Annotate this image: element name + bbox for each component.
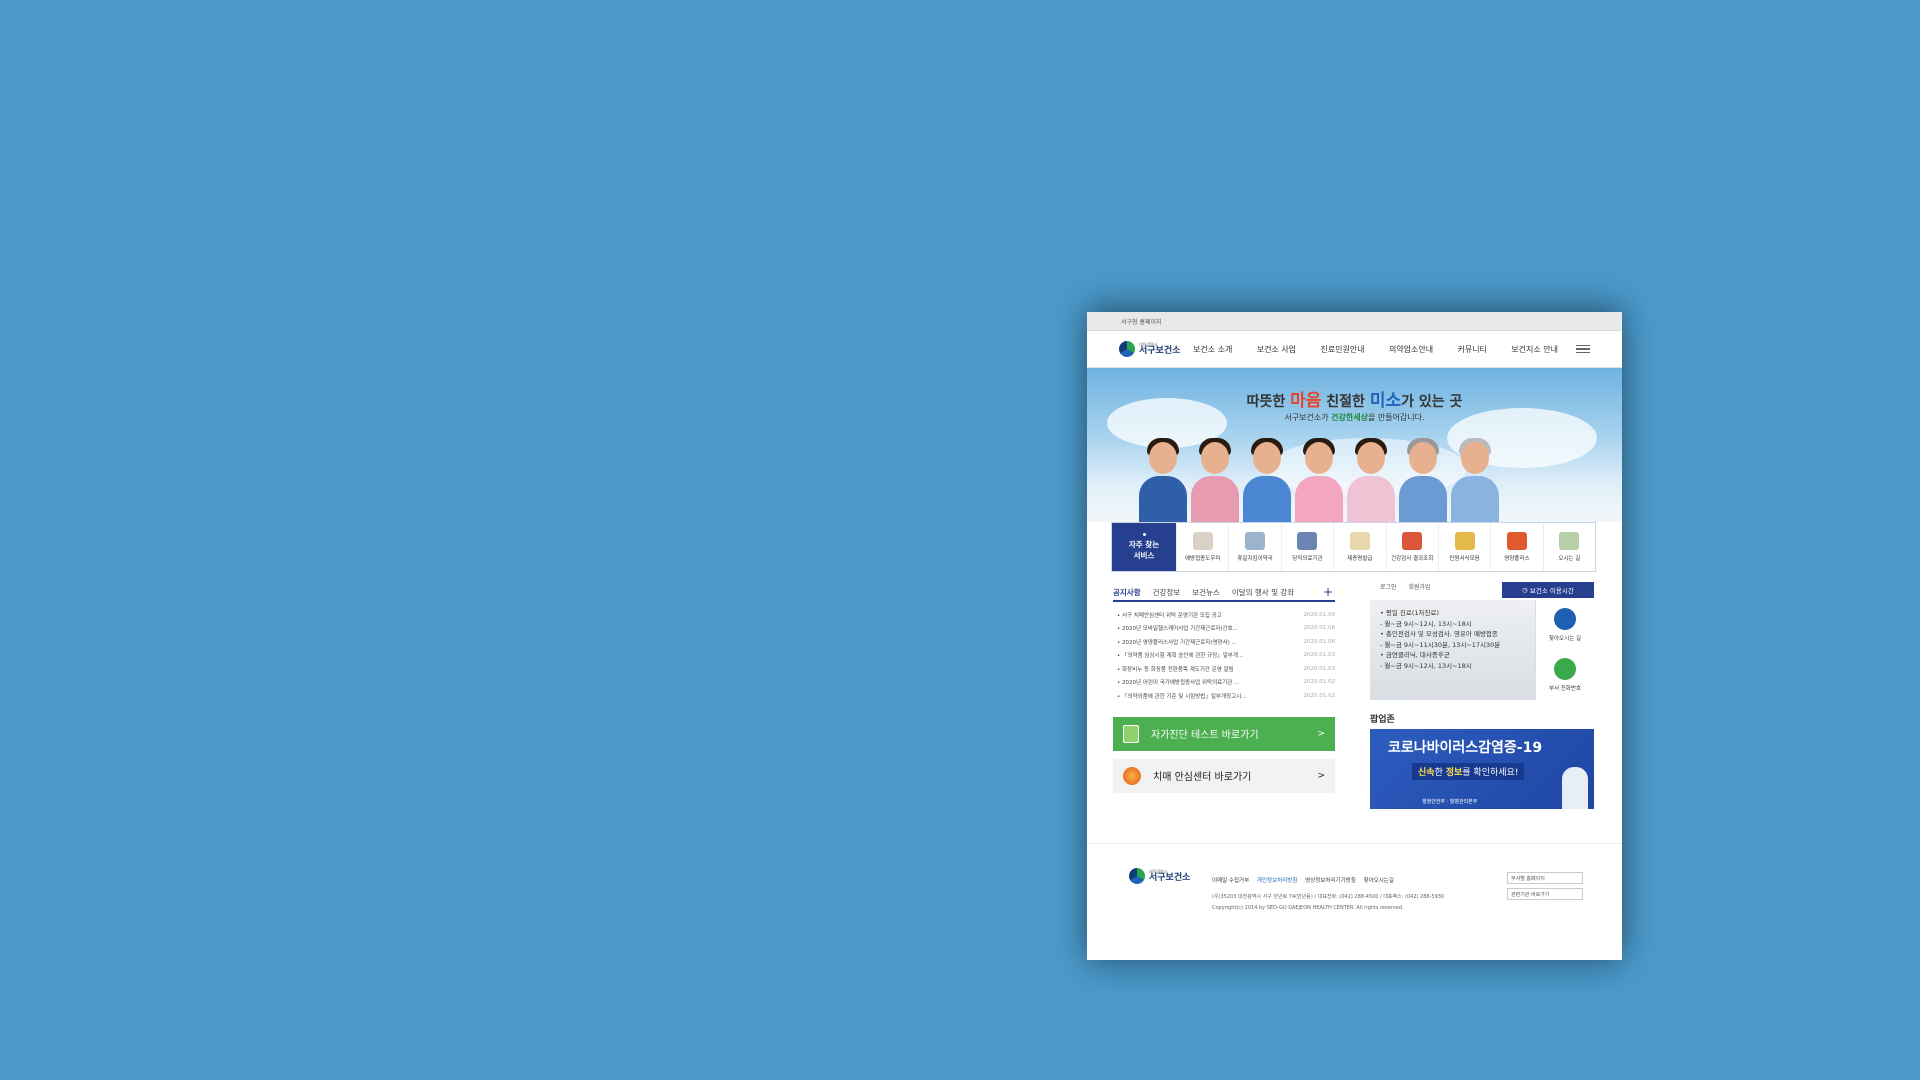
dementia-center-logo-icon xyxy=(1123,766,1141,785)
site-footer: 대전광역시 서구보건소 이메일 수집거부 개인정보처리방침 영상정보처리기기방침… xyxy=(1087,843,1622,960)
quick-item-vaccination[interactable]: 예방접종도우미 xyxy=(1176,523,1228,571)
info-section: ◷ 보건소 이용시간 • 평일 진료(1차진료) - 월~금 9시~12시, 1… xyxy=(1370,582,1594,809)
directions-shortcut[interactable]: 찾아오시는 길 xyxy=(1549,608,1581,642)
tab-notice[interactable]: 공지사항 xyxy=(1113,587,1141,598)
district-home-link[interactable]: 서구청 홈페이지 xyxy=(1121,317,1162,326)
dementia-center-button[interactable]: 치매 안심센터 바로가기 > xyxy=(1113,758,1335,793)
list-item[interactable]: • 「의약품 임상시험 계획 승인에 관한 규정」일부개... 2020.01.0… xyxy=(1117,649,1335,663)
notice-list: • 서구 치매안심센터 위탁 운영기관 모집 공고 2020.01.09 • 20… xyxy=(1113,608,1335,703)
footer-link[interactable]: 찾아오시는길 xyxy=(1364,878,1394,884)
map-icon xyxy=(1559,532,1580,550)
board-tabs: 공지사항 건강정보 보건뉴스 이달의 행사 및 강좌 + xyxy=(1113,584,1335,602)
hero-title: 따뜻한 마음 친절한 미소가 있는 곳 xyxy=(1246,391,1463,411)
family-photo xyxy=(1139,434,1499,522)
chevron-right-icon: > xyxy=(1317,728,1325,739)
logo-name: 서구보건소 xyxy=(1139,345,1181,356)
footer-links: 이메일 수집거부 개인정보처리방침 영상정보처리기기방침 찾아오시는길 xyxy=(1212,876,1400,884)
quick-services-label: 자주 찾는 서비스 xyxy=(1112,523,1176,571)
clipboard-icon xyxy=(1123,724,1139,743)
medical-worker-image xyxy=(1562,767,1588,809)
quick-item-holiday-pharmacy[interactable]: 휴일지킴이약국 xyxy=(1228,523,1280,571)
nav-item-intro[interactable]: 보건소 소개 xyxy=(1193,344,1232,355)
main-navigation: 대전광역시 서구보건소 보건소 소개 보건소 사업 진료민원안내 의약업소안내 … xyxy=(1087,331,1622,368)
department-select[interactable]: 부서별 홈페이지 xyxy=(1507,872,1583,884)
more-plus-icon[interactable]: + xyxy=(1323,586,1333,598)
nav-item-community[interactable]: 커뮤니티 xyxy=(1457,344,1486,355)
quick-item-nutrition[interactable]: 영양플러스 xyxy=(1490,523,1542,571)
quick-item-night-clinic[interactable]: 당직의료기관 xyxy=(1280,523,1333,571)
list-item[interactable]: • 「의약외품에 관한 기준 및 시험방법」일부개정고시... 2020.01.0… xyxy=(1117,689,1335,703)
hero-subtitle: 서구보건소가 건강한세상을 만들어갑니다. xyxy=(1284,413,1425,422)
nav-item-clinic[interactable]: 진료민원안내 xyxy=(1320,344,1364,355)
tab-health-info[interactable]: 건강정보 xyxy=(1153,587,1181,598)
list-item[interactable]: • 2020년 영양플러스사업 기간제근로자(영양사) ... 2020.01.0… xyxy=(1117,635,1335,649)
hours-text: • 평일 진료(1차진료) - 월~금 9시~12시, 13시~18시 • 총인… xyxy=(1370,600,1535,700)
quick-item-forms[interactable]: 민원서식모음 xyxy=(1437,523,1490,571)
quick-item-certificate[interactable]: 제증명발급 xyxy=(1333,523,1385,571)
hours-button[interactable]: ◷ 보건소 이용시간 xyxy=(1502,582,1594,598)
nav-item-business[interactable]: 보건소 사업 xyxy=(1257,344,1296,355)
hours-box: • 평일 진료(1차진료) - 월~금 9시~12시, 13시~18시 • 총인… xyxy=(1370,600,1594,700)
list-item[interactable]: • 2020년 모바일헬스케어사업 기간제근로자(간호... 2020.01.06 xyxy=(1117,622,1335,636)
footer-link[interactable]: 영상정보처리기기방침 xyxy=(1305,878,1356,884)
organ-icon xyxy=(1402,532,1423,550)
menu-icon[interactable] xyxy=(1576,343,1590,356)
pharmacy-icon xyxy=(1245,532,1266,550)
forms-icon xyxy=(1454,532,1475,550)
covid-popup-banner[interactable]: 코로나바이러스감염증-19 신속한 정보를 확인하세요! 행정안전부 · 질병관… xyxy=(1370,729,1594,809)
list-item[interactable]: • 2020년 어린이 국가예방접종사업 위탁의료기관 ... 2020.01.0… xyxy=(1117,676,1335,690)
chevron-right-icon: > xyxy=(1317,770,1325,781)
popup-zone-title: 팝업존 xyxy=(1370,715,1395,725)
gnb-menu: 보건소 소개 보건소 사업 진료민원안내 의약업소안내 커뮤니티 보건지소 안내 xyxy=(1193,344,1558,355)
logo-emblem-icon xyxy=(1119,341,1135,357)
location-pin-icon xyxy=(1553,608,1576,630)
website-mockup: 서구청 홈페이지 로그인 회원가입 대전광역시 서구보건소 보건소 소개 보건소… xyxy=(1087,312,1622,960)
hero-banner: 따뜻한 마음 친절한 미소가 있는 곳 서구보건소가 건강한세상을 만들어갑니다… xyxy=(1087,368,1622,522)
document-icon xyxy=(1349,532,1370,550)
board-section: 공지사항 건강정보 보건뉴스 이달의 행사 및 강좌 + • 서구 치매안심센터… xyxy=(1113,584,1335,793)
phone-icon xyxy=(1553,658,1576,680)
fruit-icon xyxy=(1506,532,1527,550)
tab-events[interactable]: 이달의 행사 및 강좌 xyxy=(1232,587,1294,598)
nav-item-branch[interactable]: 보건지소 안내 xyxy=(1511,344,1558,355)
related-sites-select[interactable]: 관련기관 바로가기 xyxy=(1507,888,1583,900)
phone-shortcut[interactable]: 부서 전화번호 xyxy=(1549,658,1581,692)
footer-link[interactable]: 개인정보처리방침 xyxy=(1257,878,1297,884)
utility-bar: 서구청 홈페이지 로그인 회원가입 xyxy=(1087,312,1622,591)
site-logo[interactable]: 대전광역시 서구보건소 xyxy=(1119,341,1193,357)
footer-address: (우)35203 대전광역시 서구 만년로 74(만년동) / 대표전화: (0… xyxy=(1212,894,1445,911)
footer-link[interactable]: 이메일 수집거부 xyxy=(1212,878,1249,884)
list-item[interactable]: • 화장비누 등 화장품 전환품목 계도기간 운영 알림 2020.01.03 xyxy=(1117,662,1335,676)
logo-emblem-icon xyxy=(1129,868,1145,884)
quick-services: 자주 찾는 서비스 예방접종도우미 휴일지킴이약국 당직의료기관 제증명발급 건… xyxy=(1111,522,1596,572)
nav-item-pharmacy[interactable]: 의약업소안내 xyxy=(1389,344,1433,355)
hospital-icon xyxy=(1297,532,1318,550)
quick-item-checkup-result[interactable]: 건강검사 결과조회 xyxy=(1385,523,1438,571)
list-item[interactable]: • 서구 치매안심센터 위탁 운영기관 모집 공고 2020.01.09 xyxy=(1117,608,1335,622)
footer-logo: 대전광역시 서구보건소 xyxy=(1129,868,1190,884)
tab-health-news[interactable]: 보건뉴스 xyxy=(1192,587,1220,598)
quick-item-directions[interactable]: 오시는 길 xyxy=(1542,523,1595,571)
syringe-icon xyxy=(1192,532,1213,550)
self-test-button[interactable]: 자가진단 테스트 바로가기 > xyxy=(1113,716,1335,751)
